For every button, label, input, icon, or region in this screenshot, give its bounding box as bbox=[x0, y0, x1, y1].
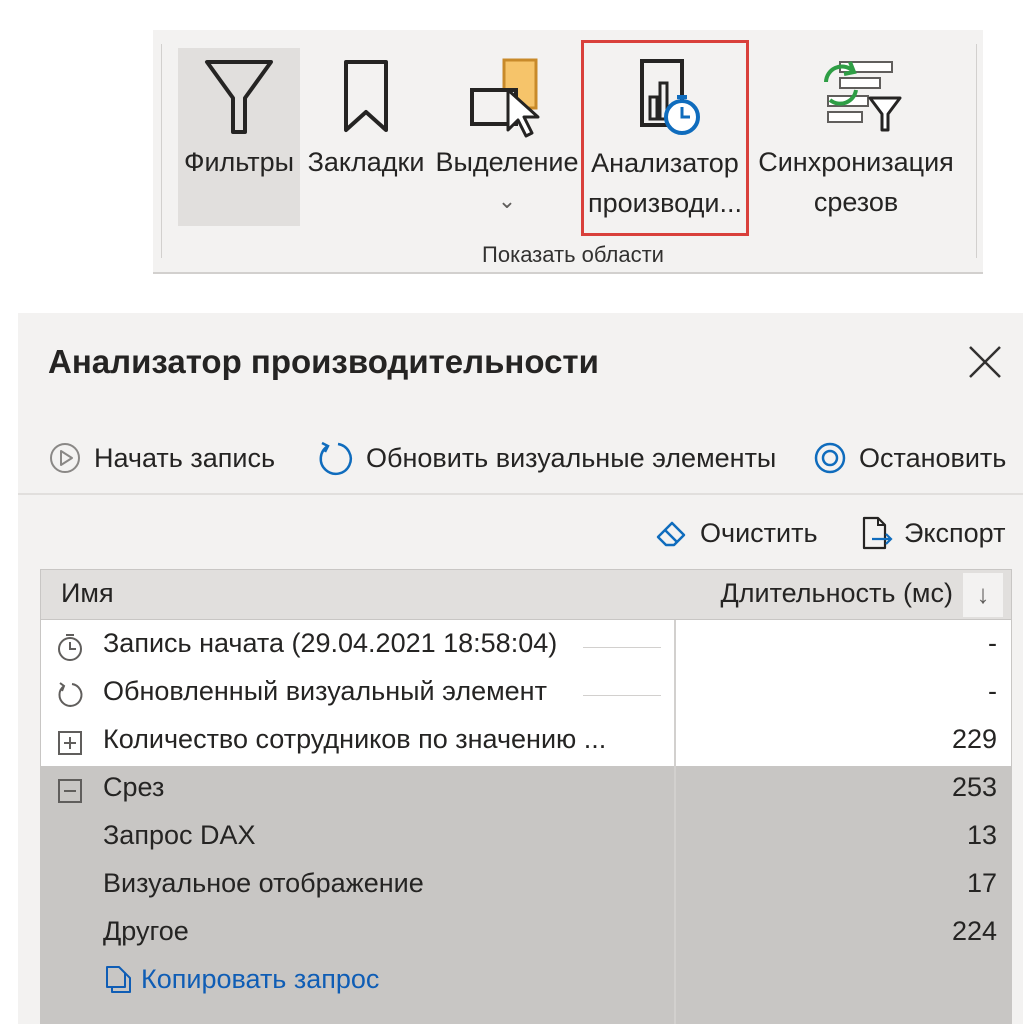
performance-analyzer-pane: Анализатор производительности Начать зап… bbox=[18, 313, 1023, 1024]
row-name: Обновленный визуальный элемент bbox=[103, 676, 547, 706]
performance-analyzer-label-1: Анализатор bbox=[591, 148, 739, 178]
close-icon bbox=[969, 346, 1001, 378]
selection-label: Выделение bbox=[435, 147, 579, 177]
row-duration: 13 bbox=[966, 820, 997, 850]
row-name: Другое bbox=[103, 916, 189, 946]
refresh-icon bbox=[319, 441, 352, 476]
column-duration-header[interactable]: Длительность (мс) bbox=[720, 578, 953, 609]
sort-descending-icon[interactable]: ↓ bbox=[963, 573, 1003, 617]
row-name: Количество сотрудников по значению ... bbox=[103, 724, 607, 754]
table-row[interactable]: Обновленный визуальный элемент - bbox=[41, 670, 1011, 718]
row-duration: 224 bbox=[951, 916, 997, 946]
export-label: Экспорт bbox=[904, 517, 1006, 548]
results-table: Имя Длительность (мс) ↓ Запись начата (2… bbox=[40, 569, 1012, 1024]
stop-button[interactable]: Остановить bbox=[813, 438, 1006, 478]
performance-analyzer-button[interactable]: Анализатор производи... bbox=[581, 40, 749, 236]
ribbon-group-label: Показать области bbox=[482, 242, 664, 267]
filters-button[interactable]: Фильтры bbox=[178, 48, 300, 226]
sync-slicers-label-2: срезов bbox=[813, 187, 899, 217]
chevron-down-icon[interactable]: ⌄ bbox=[433, 188, 581, 214]
ribbon-divider bbox=[976, 44, 977, 258]
ribbon-divider bbox=[161, 44, 162, 258]
bookmarks-label: Закладки bbox=[307, 147, 425, 177]
refresh-visuals-label: Обновить визуальные элементы bbox=[366, 442, 777, 473]
start-recording-button[interactable]: Начать запись bbox=[48, 438, 275, 478]
collapse-icon[interactable] bbox=[55, 776, 85, 806]
pane-tools: Очистить Экспорт bbox=[18, 513, 1023, 553]
row-duration: - bbox=[988, 628, 997, 658]
table-sub-row: Визуальное отображение 17 bbox=[41, 862, 1011, 910]
table-row[interactable]: Запись начата (29.04.2021 18:58:04) - bbox=[41, 622, 1011, 670]
column-divider[interactable] bbox=[674, 620, 676, 1024]
sync-slicers-button[interactable]: Синхронизация срезов bbox=[753, 48, 959, 228]
close-button[interactable] bbox=[966, 343, 1004, 381]
row-duration: 229 bbox=[951, 724, 997, 754]
stop-label: Остановить bbox=[859, 442, 1007, 473]
stop-icon bbox=[814, 442, 846, 474]
table-sub-row: Запрос DAX 13 bbox=[41, 814, 1011, 862]
copy-query-link[interactable]: Копировать запрос bbox=[103, 963, 379, 995]
ribbon-show-panes-group: Фильтры Закладки Выделение ⌄ Анализатор … bbox=[153, 30, 983, 274]
start-recording-label: Начать запись bbox=[94, 442, 276, 473]
row-name: Запись начата (29.04.2021 18:58:04) bbox=[103, 628, 558, 658]
clear-label: Очистить bbox=[700, 517, 818, 548]
table-sub-row: Другое 224 bbox=[41, 910, 1011, 958]
eraser-icon bbox=[656, 521, 686, 547]
stopwatch-icon bbox=[58, 634, 82, 661]
divider bbox=[18, 493, 1023, 495]
refresh-icon bbox=[58, 682, 83, 707]
play-icon bbox=[50, 443, 80, 473]
table-sub-row: Копировать запрос bbox=[41, 958, 1011, 1024]
clear-button[interactable]: Очистить bbox=[654, 513, 818, 553]
export-icon bbox=[862, 516, 893, 550]
row-name: Визуальное отображение bbox=[103, 868, 424, 898]
bookmarks-button[interactable]: Закладки bbox=[305, 48, 427, 228]
refresh-visuals-button[interactable]: Обновить визуальные элементы bbox=[316, 438, 776, 478]
row-name: Запрос DAX bbox=[103, 820, 256, 850]
sync-slicers-label-1: Синхронизация bbox=[758, 147, 954, 177]
selection-button[interactable]: Выделение ⌄ bbox=[433, 48, 581, 228]
pane-title: Анализатор производительности bbox=[48, 343, 599, 380]
funnel-icon bbox=[178, 56, 300, 136]
copy-query-label: Копировать запрос bbox=[141, 963, 380, 994]
table-header: Имя Длительность (мс) ↓ bbox=[41, 570, 1011, 620]
timeline-line bbox=[583, 647, 661, 648]
table-row-selected[interactable]: Срез 253 bbox=[41, 766, 1011, 814]
bookmark-icon bbox=[305, 56, 427, 136]
row-duration: 17 bbox=[966, 868, 997, 898]
row-duration: - bbox=[988, 676, 997, 706]
column-name-header[interactable]: Имя bbox=[61, 578, 114, 609]
performance-analyzer-icon bbox=[584, 57, 746, 137]
expand-icon[interactable] bbox=[55, 728, 85, 758]
table-row[interactable]: Количество сотрудников по значению ... 2… bbox=[41, 718, 1011, 766]
copy-icon bbox=[106, 966, 131, 993]
row-name: Срез bbox=[103, 772, 165, 802]
timeline-line bbox=[583, 695, 661, 696]
recording-actions: Начать запись Обновить визуальные элемен… bbox=[48, 438, 1018, 478]
selection-pane-icon bbox=[433, 56, 581, 138]
export-button[interactable]: Экспорт bbox=[858, 513, 1005, 553]
performance-analyzer-label-2: производи... bbox=[588, 188, 742, 218]
sync-slicers-icon bbox=[753, 56, 959, 136]
row-duration: 253 bbox=[951, 772, 997, 802]
filters-label: Фильтры bbox=[183, 147, 295, 177]
